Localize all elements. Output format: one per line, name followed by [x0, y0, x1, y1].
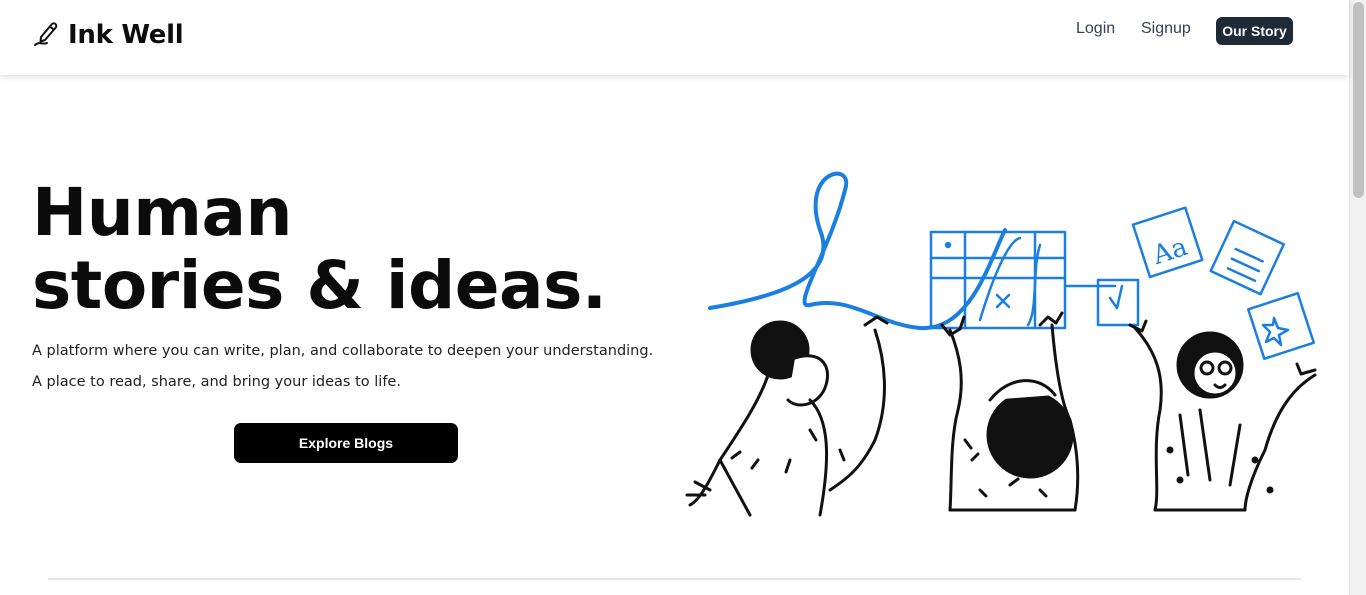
brand-name: Ink Well: [68, 20, 184, 50]
brand-logo[interactable]: Ink Well: [32, 18, 184, 52]
scrollbar-thumb[interactable]: [1353, 2, 1364, 198]
hero-illustration: Aa: [680, 160, 1330, 520]
hero-title-line-1: Human: [32, 174, 293, 251]
page-scrollbar[interactable]: [1349, 0, 1366, 595]
section-divider: [48, 578, 1301, 580]
signup-link[interactable]: Signup: [1141, 20, 1191, 38]
hero-title: Human stories & ideas.: [32, 176, 632, 322]
our-story-button[interactable]: Our Story: [1216, 17, 1293, 45]
pen-writing-icon: [32, 18, 62, 52]
hero-title-line-2: stories & ideas.: [32, 247, 607, 324]
top-navbar: Ink Well Login Signup Our Story: [0, 0, 1349, 75]
login-link[interactable]: Login: [1076, 20, 1115, 38]
hero-description: A platform where you can write, plan, an…: [32, 343, 654, 390]
explore-blogs-button[interactable]: Explore Blogs: [234, 423, 458, 463]
